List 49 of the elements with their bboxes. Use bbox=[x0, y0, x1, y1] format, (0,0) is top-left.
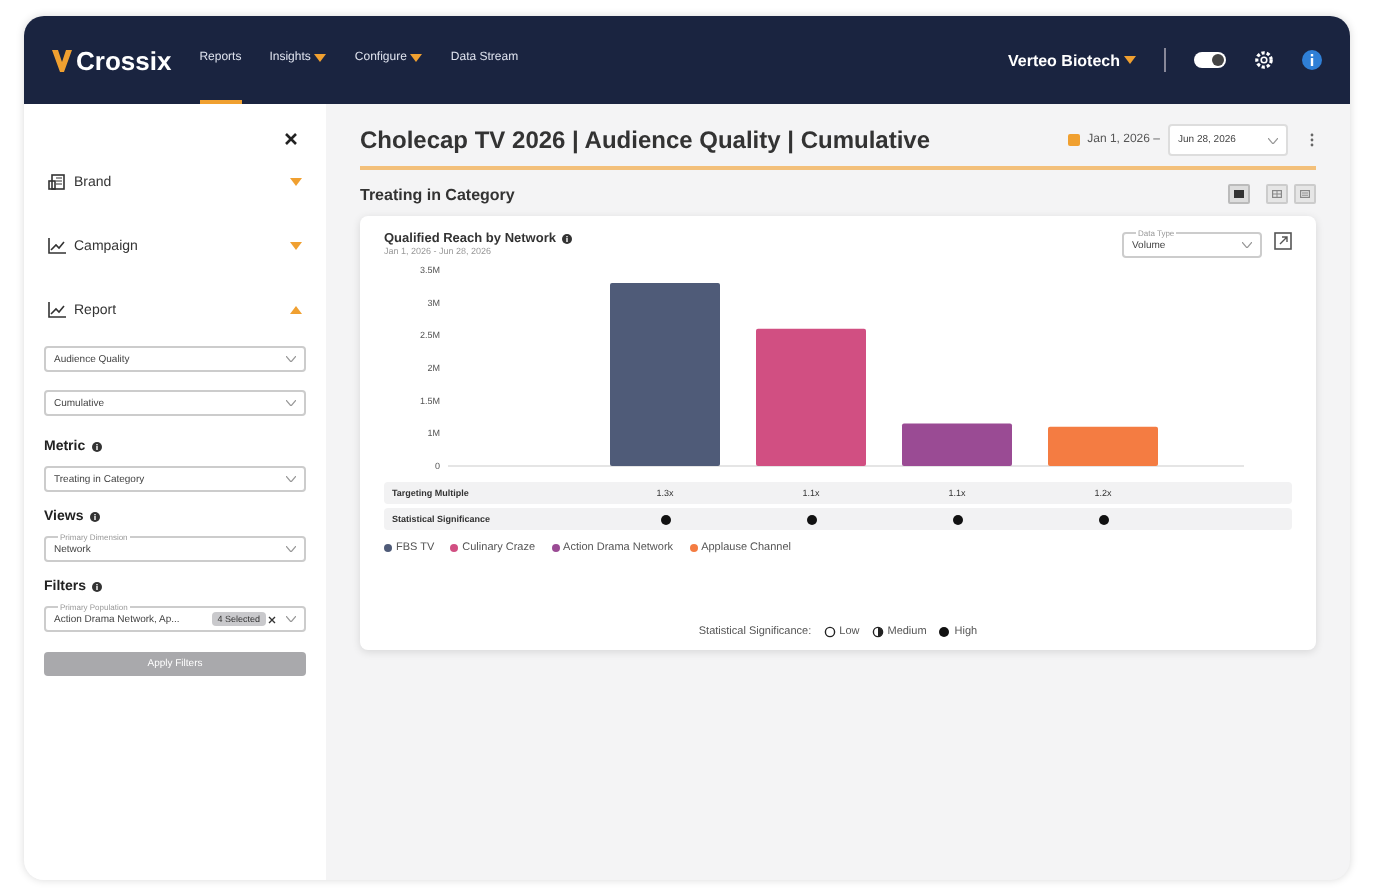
significance-high-icon bbox=[951, 513, 963, 525]
building-icon bbox=[48, 174, 66, 190]
significance-high-icon bbox=[938, 626, 951, 638]
expand-icon[interactable] bbox=[1274, 232, 1292, 250]
chart-view-icon bbox=[1234, 190, 1244, 198]
report-title: Cholecap TV 2026 | Audience Quality | Cumulative bbox=[360, 126, 933, 154]
chevron-icon bbox=[1242, 242, 1252, 248]
line-chart-icon bbox=[48, 302, 66, 318]
caret-icon bbox=[290, 178, 302, 186]
caret-icon bbox=[314, 54, 327, 62]
remove-icon[interactable] bbox=[268, 615, 276, 623]
info-icon bbox=[91, 442, 102, 452]
settings-icon[interactable] bbox=[1254, 50, 1274, 70]
info-icon bbox=[92, 582, 103, 592]
table-view-icon bbox=[1272, 190, 1282, 198]
chevron-icon bbox=[286, 476, 296, 482]
account-menu[interactable]: Verteo Biotech bbox=[1007, 51, 1136, 69]
section-title: Treating in Category bbox=[360, 185, 517, 203]
significance-high-icon bbox=[1097, 513, 1109, 525]
significance-high-icon bbox=[805, 513, 817, 525]
significance-medium-icon bbox=[871, 626, 884, 638]
significance-high-icon bbox=[659, 513, 671, 525]
list-view-icon bbox=[1300, 190, 1310, 198]
toggle-switch[interactable] bbox=[1194, 52, 1226, 68]
chevron-icon bbox=[286, 546, 296, 552]
more-icon[interactable] bbox=[1308, 132, 1316, 148]
caret-icon bbox=[290, 306, 302, 314]
bar bbox=[902, 423, 1012, 466]
calendar-icon bbox=[1067, 134, 1080, 146]
chevron-icon bbox=[286, 616, 296, 622]
chart-view-button[interactable] bbox=[1228, 184, 1250, 204]
significance-low-icon bbox=[823, 626, 836, 638]
chevron-icon bbox=[1268, 137, 1278, 143]
chevron-icon bbox=[286, 400, 296, 406]
bar bbox=[756, 328, 866, 466]
info-icon[interactable] bbox=[1302, 50, 1322, 70]
caret-icon bbox=[1124, 56, 1136, 64]
bar bbox=[1048, 426, 1158, 466]
line-chart-icon bbox=[48, 238, 66, 254]
logo-mark-icon bbox=[52, 49, 72, 71]
caret-icon bbox=[410, 54, 423, 62]
list-view-button[interactable] bbox=[1294, 184, 1316, 204]
chevron-icon bbox=[286, 356, 296, 362]
logo-text: Crossix bbox=[76, 45, 172, 75]
close-icon[interactable] bbox=[284, 132, 298, 146]
table-view-button[interactable] bbox=[1266, 184, 1288, 204]
info-icon bbox=[561, 234, 572, 244]
caret-icon bbox=[290, 242, 302, 250]
info-icon bbox=[89, 512, 100, 522]
